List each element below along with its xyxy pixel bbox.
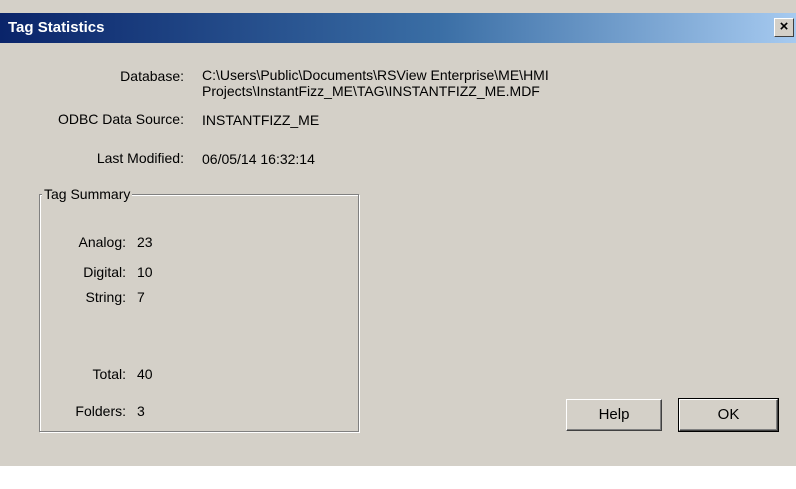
analog-label: Analog:: [78, 234, 126, 250]
digital-value: 10: [137, 264, 153, 280]
database-label: Database:: [120, 68, 184, 84]
title-bar[interactable]: Tag Statistics ×: [0, 13, 796, 43]
tag-summary-title: Tag Summary: [42, 186, 133, 202]
digital-label: Digital:: [83, 264, 126, 280]
odbc-value: INSTANTFIZZ_ME: [202, 112, 320, 128]
ok-button[interactable]: OK: [678, 398, 779, 432]
string-value: 7: [137, 289, 145, 305]
database-value: C:\Users\Public\Documents\RSView Enterpr…: [202, 67, 549, 99]
database-path-line1: C:\Users\Public\Documents\RSView Enterpr…: [202, 67, 549, 83]
total-value: 40: [137, 366, 153, 382]
last-modified-label: Last Modified:: [96, 150, 184, 166]
tag-summary-group: [39, 194, 359, 432]
database-path-line2: Projects\InstantFizz_ME\TAG\INSTANTFIZZ_…: [202, 83, 540, 99]
help-button[interactable]: Help: [566, 399, 662, 431]
folders-value: 3: [137, 403, 145, 419]
string-label: String:: [85, 289, 126, 305]
folders-label: Folders:: [75, 403, 126, 419]
tag-statistics-dialog: Tag Statistics × Database: C:\Users\Publ…: [0, 0, 796, 466]
total-label: Total:: [92, 366, 126, 382]
close-button[interactable]: ×: [774, 18, 794, 37]
close-icon: ×: [779, 18, 789, 35]
last-modified-value: 06/05/14 16:32:14: [202, 151, 315, 167]
odbc-label: ODBC Data Source:: [57, 111, 184, 127]
window-title: Tag Statistics: [8, 19, 105, 36]
analog-value: 23: [137, 234, 153, 250]
